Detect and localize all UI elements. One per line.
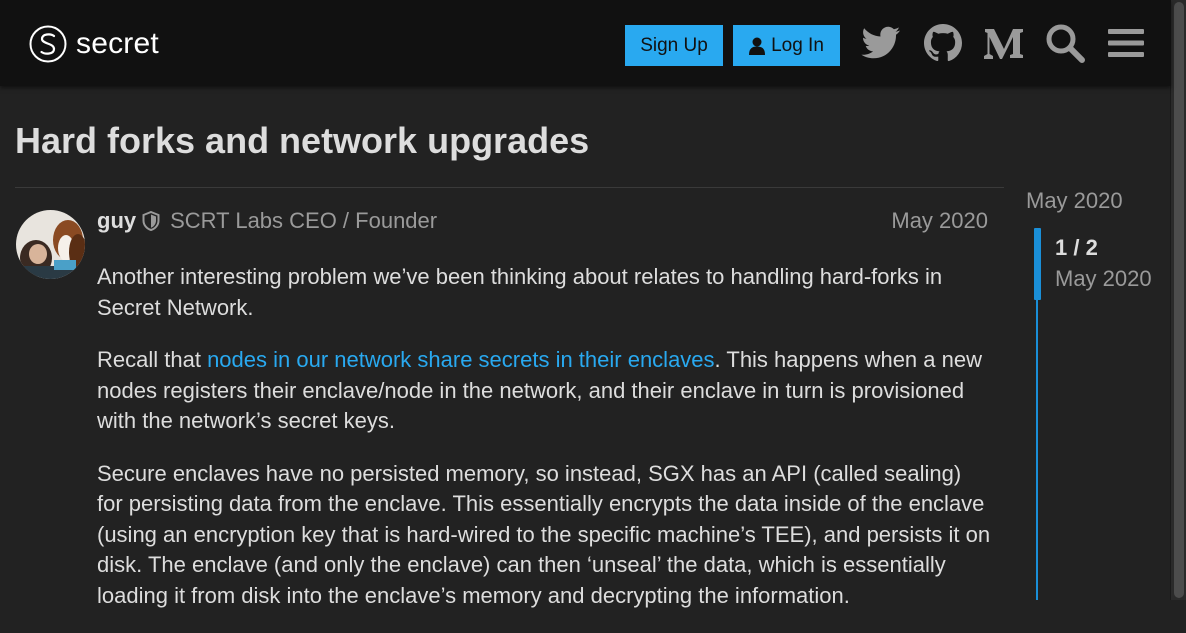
medium-icon[interactable] (983, 22, 1025, 64)
sign-up-button[interactable]: Sign Up (625, 25, 723, 66)
site-header: secret Sign Up Log In (0, 0, 1171, 86)
log-in-label: Log In (771, 34, 824, 56)
title-divider (15, 187, 1004, 188)
post-text: Recall that (97, 347, 208, 372)
timeline-track[interactable] (1036, 300, 1038, 600)
post-paragraph-3: Secure enclaves have no persisted memory… (97, 460, 991, 608)
logo-text: secret (76, 27, 159, 60)
page-scrollbar[interactable] (1170, 0, 1186, 600)
enclave-secrets-link[interactable]: nodes in our network share secrets in th… (207, 347, 714, 372)
topic-title[interactable]: Hard forks and network upgrades (15, 120, 589, 162)
shield-icon (142, 211, 160, 231)
post-paragraph-2: Recall that nodes in our network share s… (97, 345, 992, 437)
twitter-icon[interactable] (860, 22, 902, 64)
post-meta: guy SCRT Labs CEO / Founder (97, 207, 437, 235)
timeline-start-date[interactable]: May 2020 (1026, 188, 1123, 214)
avatar[interactable] (16, 210, 85, 279)
post-user-title: SCRT Labs CEO / Founder (170, 208, 438, 233)
scrollbar-thumb[interactable] (1174, 2, 1184, 598)
github-icon[interactable] (922, 22, 964, 64)
secret-logo-icon (29, 25, 67, 63)
post-paragraph-1: Another interesting problem we’ve been t… (97, 264, 943, 320)
post-date[interactable]: May 2020 (891, 207, 988, 235)
post-body: Another interesting problem we’ve been t… (97, 262, 992, 633)
site-logo[interactable]: secret (29, 24, 159, 64)
timeline-position[interactable]: 1 / 2 (1055, 235, 1098, 261)
menu-icon[interactable] (1105, 22, 1147, 64)
timeline-current-date: May 2020 (1055, 266, 1152, 291)
timeline-handle[interactable] (1034, 228, 1041, 300)
user-icon (749, 37, 766, 55)
log-in-button[interactable]: Log In (733, 25, 840, 66)
search-icon[interactable] (1044, 22, 1086, 64)
post-username[interactable]: guy (97, 208, 136, 234)
